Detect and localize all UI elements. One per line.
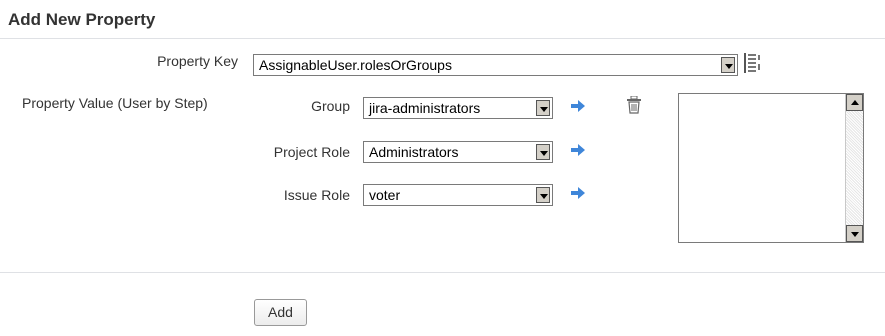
issue-role-label: Issue Role xyxy=(283,187,350,203)
property-key-value: AssignableUser.rolesOrGroups xyxy=(259,57,452,73)
group-select[interactable]: jira-administrators xyxy=(363,97,553,119)
arrow-right-icon[interactable] xyxy=(571,144,585,156)
group-label: Group xyxy=(311,98,350,114)
project-role-select[interactable]: Administrators xyxy=(363,141,553,163)
issue-role-select[interactable]: voter xyxy=(363,184,553,206)
chevron-down-icon xyxy=(721,57,735,73)
vertical-scrollbar[interactable] xyxy=(845,94,863,242)
list-icon[interactable] xyxy=(744,52,762,74)
add-button[interactable]: Add xyxy=(254,299,307,326)
project-role-select-value: Administrators xyxy=(369,144,459,160)
page-title: Add New Property xyxy=(8,10,156,29)
chevron-down-icon xyxy=(536,144,550,160)
property-key-label: Property Key xyxy=(157,53,238,69)
scroll-up-button[interactable] xyxy=(846,94,863,111)
form-divider xyxy=(0,272,885,273)
property-value-label: Property Value (User by Step) xyxy=(22,95,208,111)
arrow-right-icon[interactable] xyxy=(571,187,585,199)
project-role-label: Project Role xyxy=(273,144,350,160)
chevron-down-icon xyxy=(536,100,550,116)
property-key-select[interactable]: AssignableUser.rolesOrGroups xyxy=(253,54,738,76)
title-divider xyxy=(0,38,885,39)
trash-icon[interactable] xyxy=(626,96,642,114)
scroll-down-button[interactable] xyxy=(846,225,863,242)
arrow-right-icon[interactable] xyxy=(571,100,585,112)
issue-role-select-value: voter xyxy=(369,187,401,203)
selected-values-listbox[interactable] xyxy=(678,93,864,243)
chevron-down-icon xyxy=(536,187,550,203)
group-select-value: jira-administrators xyxy=(369,100,481,116)
